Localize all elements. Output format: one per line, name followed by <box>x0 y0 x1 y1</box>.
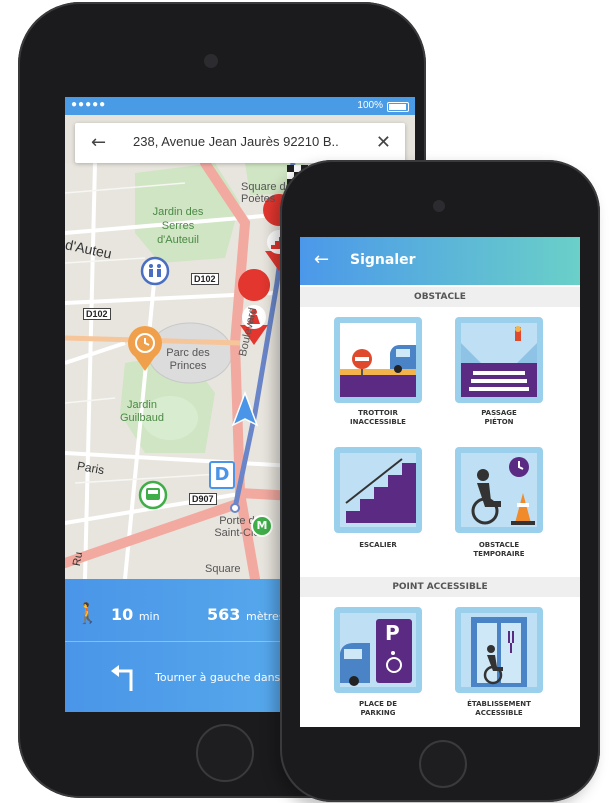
tile-label-parking: PLACE DE PARKING <box>359 700 397 717</box>
label-parc-des-princes: Parc des Princes <box>166 347 210 372</box>
drop-off-marker-icon[interactable]: D <box>209 461 235 489</box>
tile-label-trottoir: TROTTOIR INACCESSIBLE <box>350 409 406 426</box>
label-ru: Ru <box>70 551 86 567</box>
report-header: ← Signaler <box>300 237 580 285</box>
tile-label-obstacle-temporaire: OBSTACLE TEMPORAIRE <box>473 541 525 558</box>
crosswalk-icon <box>461 323 537 397</box>
accessible-venue-icon <box>461 613 537 687</box>
tile-label-escalier: ESCALIER <box>359 541 397 549</box>
report-screen: ← Signaler OBSTACLE TROTTOIR INACCESSIBL… <box>300 237 580 727</box>
metro-marker-icon[interactable]: M <box>251 515 273 537</box>
origin-dot <box>230 503 240 513</box>
trip-distance: 563 mètres <box>207 605 285 624</box>
accessible-parking-icon <box>340 613 416 687</box>
tile-escalier[interactable] <box>334 447 422 533</box>
tile-passage-pieton[interactable] <box>455 317 543 403</box>
front-camera <box>433 200 445 212</box>
pedestrian-icon: 🚶 <box>75 601 100 625</box>
page-title: Signaler <box>350 252 416 268</box>
temporary-obstacle-icon <box>461 453 537 527</box>
back-arrow-icon[interactable]: ← <box>91 132 106 153</box>
road-tag-d907: D907 <box>189 493 217 505</box>
parking-sign-letter: P <box>385 621 400 645</box>
distance-unit: mètres <box>245 610 285 623</box>
destination-address[interactable]: 238, Avenue Jean Jaurès 92210 B.. <box>133 134 339 149</box>
toilets-marker-icon[interactable] <box>140 256 170 286</box>
label-jardin-guilbaud: Jardin Guilbaud <box>119 399 165 424</box>
label-jardin-serres: Jardin des Serres d'Auteuil <box>152 206 204 246</box>
distance-value: 563 <box>207 605 241 624</box>
battery-percentage: 100% <box>357 100 383 111</box>
turn-instruction: Tourner à gauche dans 23 <box>155 671 298 684</box>
section-header-point-accessible: POINT ACCESSIBLE <box>300 577 580 597</box>
home-button[interactable] <box>196 724 254 782</box>
home-button[interactable] <box>419 740 467 788</box>
signal-indicator: ●●●●● <box>71 99 107 110</box>
road-tag-d102: D102 <box>83 308 111 320</box>
status-bar: ●●●●● 100% <box>65 97 415 115</box>
search-bar[interactable]: ← 238, Avenue Jean Jaurès 92210 B.. ✕ <box>75 123 405 163</box>
trip-duration: 10 min <box>111 605 160 624</box>
tile-etablissement-accessible[interactable] <box>455 607 543 693</box>
bus-marker-icon[interactable] <box>138 480 168 510</box>
duration-unit: min <box>138 610 160 623</box>
close-icon[interactable]: ✕ <box>376 132 391 153</box>
tile-trottoir-inaccessible[interactable] <box>334 317 422 403</box>
tile-label-etablissement: ÉTABLISSEMENT ACCESSIBLE <box>467 700 531 717</box>
duration-value: 10 <box>111 605 134 624</box>
label-square: Square <box>205 563 241 575</box>
tile-place-de-parking[interactable]: P <box>334 607 422 693</box>
stairs-icon <box>340 453 416 527</box>
phone-report: ← Signaler OBSTACLE TROTTOIR INACCESSIBL… <box>280 160 600 802</box>
tile-obstacle-temporaire[interactable] <box>455 447 543 533</box>
battery-icon <box>387 102 409 112</box>
back-arrow-icon[interactable]: ← <box>314 249 329 270</box>
front-camera <box>204 54 218 68</box>
blocked-sidewalk-icon <box>340 345 416 397</box>
turn-left-icon <box>111 665 133 691</box>
section-header-obstacle: OBSTACLE <box>300 287 580 307</box>
road-tag-d102: D102 <box>191 273 219 285</box>
tile-label-passage: PASSAGE PIÉTON <box>481 409 517 426</box>
